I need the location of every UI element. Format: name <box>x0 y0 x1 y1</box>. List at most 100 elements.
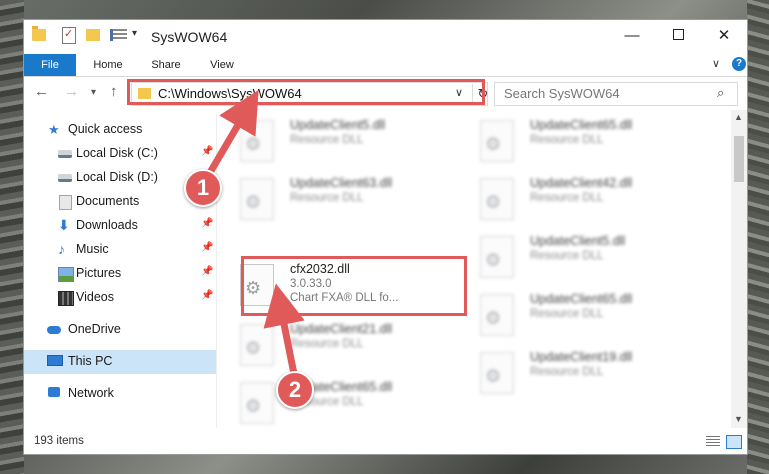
title-bar: ▾ SysWOW64 — ✕ <box>24 20 747 54</box>
pin-icon[interactable]: 📌 <box>201 290 213 301</box>
navigation-bar: ← → ▾ ↑ C:\Windows\SysWOW64 ∨ ↻ Search S… <box>24 78 747 108</box>
ribbon-tabs: File Home Share View ∨ ? <box>24 54 747 77</box>
properties-icon[interactable] <box>62 27 76 44</box>
customize-quick-access-chevron-icon[interactable]: ▾ <box>132 28 137 39</box>
file-name: UpdateClient42.dll <box>530 176 633 190</box>
step-1-badge: 1 <box>184 169 222 207</box>
search-icon[interactable]: ⌕ <box>717 85 724 101</box>
star-icon: ★ <box>48 122 60 137</box>
file-highlight-box <box>241 256 467 316</box>
sidebar-item-downloads[interactable]: ⬇ Downloads 📌 <box>24 214 216 238</box>
file-item[interactable]: UpdateClient65.dll Resource DLL <box>464 114 694 166</box>
tab-view[interactable]: View <box>198 54 246 76</box>
details-view-icon[interactable] <box>706 436 720 447</box>
sidebar-item-label: This PC <box>68 354 113 368</box>
sidebar-item-local-disk-c[interactable]: Local Disk (C:) 📌 <box>24 142 216 166</box>
file-item[interactable]: UpdateClient65.dll Resource DLL <box>464 288 694 340</box>
back-arrow-icon[interactable]: ← <box>34 83 49 100</box>
sidebar-item-label: OneDrive <box>68 322 121 336</box>
disk-icon <box>58 174 72 182</box>
file-description: Resource DLL <box>530 366 604 378</box>
file-item[interactable]: UpdateClient21.dll Resource DLL <box>224 318 454 370</box>
file-item[interactable]: UpdateClient63.dll Resource DLL <box>224 172 454 224</box>
scroll-down-arrow-icon[interactable]: ▼ <box>734 414 743 424</box>
file-name: UpdateClient21.dll <box>290 322 393 336</box>
dll-file-icon <box>480 352 514 394</box>
file-item[interactable]: UpdateClient5.dll Resource DLL <box>464 230 694 282</box>
tab-share[interactable]: Share <box>142 54 190 76</box>
file-name: UpdateClient19.dll <box>530 350 633 364</box>
file-item[interactable]: UpdateClient42.dll Resource DLL <box>464 172 694 224</box>
sidebar-item-onedrive[interactable]: OneDrive <box>24 318 216 342</box>
sidebar-item-label: Documents <box>76 194 140 208</box>
sidebar-item-label: Videos <box>76 290 114 304</box>
documents-icon <box>59 195 72 210</box>
forward-arrow-icon[interactable]: → <box>64 83 79 100</box>
tab-home[interactable]: Home <box>84 54 132 76</box>
pin-icon[interactable]: 📌 <box>201 242 213 253</box>
expand-ribbon-chevron-icon[interactable]: ∨ <box>712 57 720 70</box>
navigation-pane: ★ Quick access Local Disk (C:) 📌 Local D… <box>24 114 216 428</box>
videos-icon <box>58 291 74 306</box>
pin-icon[interactable]: 📌 <box>201 218 213 229</box>
pane-divider[interactable] <box>216 114 217 428</box>
vertical-scrollbar[interactable]: ▲ ▼ <box>731 110 747 428</box>
sidebar-item-label: Local Disk (D:) <box>76 170 158 184</box>
file-description: Resource DLL <box>530 250 604 262</box>
sidebar-item-quick-access[interactable]: ★ Quick access <box>24 118 216 142</box>
sidebar-item-label: Pictures <box>76 266 122 280</box>
up-arrow-icon[interactable]: ↑ <box>110 83 118 100</box>
file-item[interactable]: UpdateClient5.dll Resource DLL <box>224 114 454 166</box>
network-icon <box>48 387 60 397</box>
sidebar-item-network[interactable]: Network <box>24 382 216 406</box>
dll-file-icon <box>480 120 514 162</box>
sidebar-item-label: Quick access <box>68 122 143 136</box>
sidebar-item-label: Local Disk (C:) <box>76 146 158 160</box>
file-item[interactable]: UpdateClient65.dll Resource DLL <box>224 376 454 428</box>
sidebar-item-videos[interactable]: Videos 📌 <box>24 286 216 310</box>
recent-locations-chevron-icon[interactable]: ▾ <box>91 87 96 98</box>
download-icon: ⬇ <box>58 217 70 233</box>
pin-icon[interactable]: 📌 <box>201 266 213 277</box>
tab-file[interactable]: File <box>24 54 76 76</box>
status-bar: 193 items <box>24 430 747 454</box>
minimize-button[interactable]: — <box>609 20 655 52</box>
sidebar-item-label: Music <box>76 242 109 256</box>
file-name: UpdateClient5.dll <box>530 234 626 248</box>
view-options-icon[interactable] <box>110 29 127 41</box>
dll-file-icon <box>480 236 514 278</box>
onedrive-icon <box>47 326 61 334</box>
dll-file-icon <box>480 178 514 220</box>
search-placeholder: Search SysWOW64 <box>504 86 620 101</box>
close-button[interactable]: ✕ <box>701 20 747 52</box>
folder-icon <box>32 26 46 41</box>
pin-icon[interactable]: 📌 <box>201 146 213 157</box>
file-item[interactable]: UpdateClient19.dll Resource DLL <box>464 346 694 398</box>
sidebar-item-label: Downloads <box>76 218 138 232</box>
dll-file-icon <box>480 294 514 336</box>
sidebar-item-music[interactable]: ♪ Music 📌 <box>24 238 216 262</box>
maximize-button[interactable] <box>655 20 701 52</box>
desktop-background-right <box>747 0 769 474</box>
file-name: UpdateClient65.dll <box>530 118 633 132</box>
desktop-background-left <box>0 0 24 474</box>
sidebar-item-pictures[interactable]: Pictures 📌 <box>24 262 216 286</box>
file-description: Resource DLL <box>530 192 604 204</box>
item-count: 193 items <box>34 435 84 447</box>
step-2-badge: 2 <box>276 371 314 409</box>
sidebar-item-this-pc[interactable]: This PC <box>24 350 216 374</box>
file-description: Resource DLL <box>290 338 364 350</box>
dll-file-icon <box>240 178 274 220</box>
help-icon[interactable]: ? <box>732 57 746 71</box>
scrollbar-thumb[interactable] <box>734 136 744 182</box>
file-explorer-window: ▾ SysWOW64 — ✕ File Home Share View ∨ ? … <box>24 20 747 454</box>
dll-file-icon <box>240 382 274 424</box>
file-description: Resource DLL <box>530 308 604 320</box>
scroll-up-arrow-icon[interactable]: ▲ <box>734 112 743 122</box>
new-folder-icon[interactable] <box>86 29 100 41</box>
file-name: UpdateClient5.dll <box>290 118 386 132</box>
pc-icon <box>47 355 63 366</box>
large-icons-view-icon[interactable] <box>726 435 742 449</box>
dll-file-icon <box>240 324 274 366</box>
search-input[interactable]: Search SysWOW64 ⌕ <box>494 82 738 106</box>
